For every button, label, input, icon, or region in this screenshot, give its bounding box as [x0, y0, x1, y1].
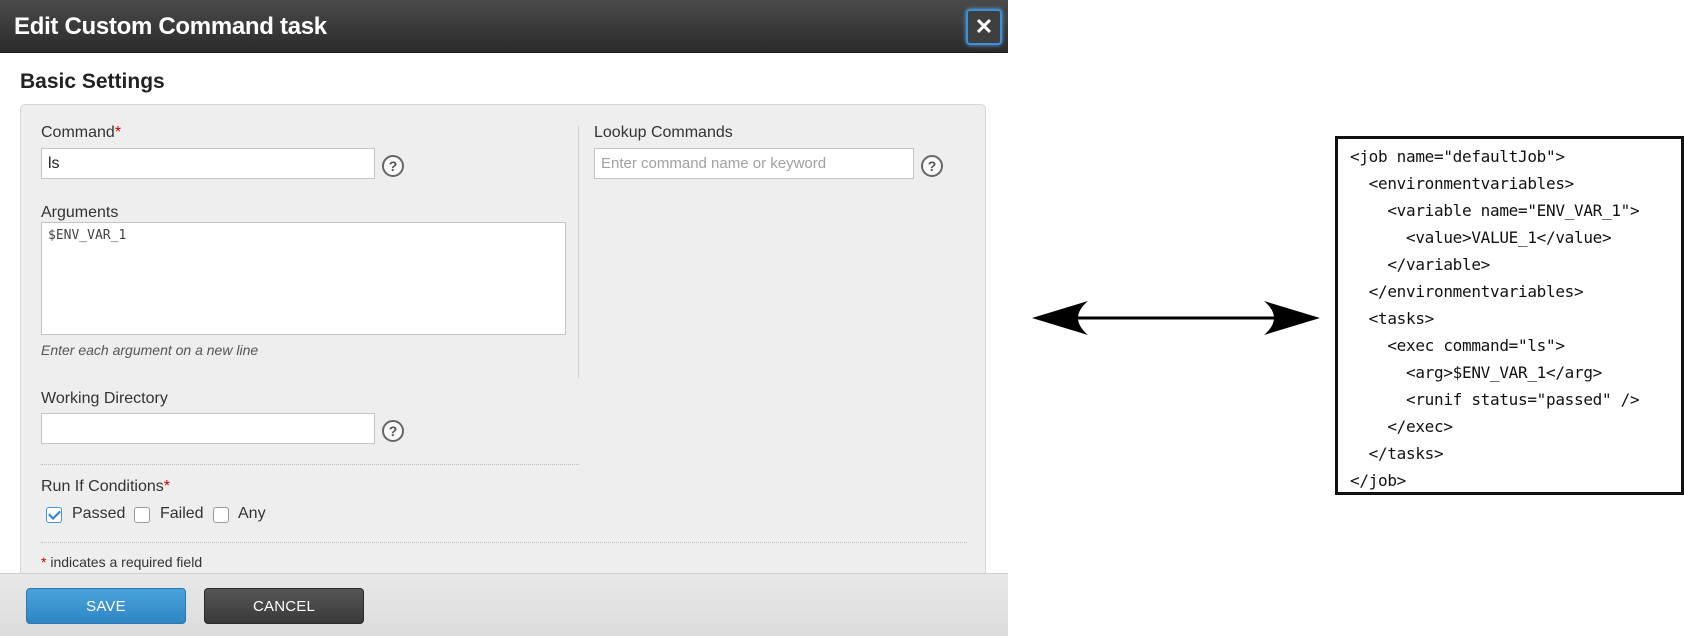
xml-line: <tasks>	[1350, 309, 1435, 328]
run-if-failed-checkbox[interactable]	[134, 507, 150, 523]
command-label: Command*	[41, 124, 121, 142]
help-icon[interactable]: ?	[382, 155, 404, 177]
xml-line: </job>	[1350, 471, 1406, 490]
help-icon[interactable]: ?	[382, 420, 404, 442]
dialog-title: Edit Custom Command task	[14, 13, 327, 40]
xml-line: <environmentvariables>	[1350, 174, 1575, 193]
cancel-button[interactable]: CANCEL	[204, 588, 364, 624]
required-field-note: * indicates a required field	[41, 554, 202, 570]
xml-line: <arg>$ENV_VAR_1</arg>	[1350, 363, 1602, 382]
xml-line: <job name="defaultJob">	[1350, 147, 1565, 166]
close-button[interactable]: ✕	[966, 9, 1002, 45]
help-glyph: ?	[388, 158, 398, 174]
run-if-passed-checkbox[interactable]	[46, 507, 62, 523]
xml-line: </variable>	[1350, 255, 1490, 274]
save-button[interactable]: SAVE	[26, 588, 186, 624]
run-if-any-label[interactable]: Any	[238, 505, 266, 523]
separator	[41, 464, 579, 465]
close-icon: ✕	[974, 14, 994, 39]
xml-line: </tasks>	[1350, 444, 1444, 463]
help-icon[interactable]: ?	[921, 155, 943, 177]
column-divider	[578, 126, 579, 378]
xml-line: </environmentvariables>	[1350, 282, 1584, 301]
lookup-commands-label: Lookup Commands	[594, 124, 733, 141]
edit-task-dialog: Edit Custom Command task ✕ Basic Setting…	[0, 0, 1008, 636]
xml-line: <runif status="passed" />	[1350, 390, 1640, 409]
arguments-label: Arguments	[41, 204, 119, 221]
arguments-textarea[interactable]: $ENV_VAR_1	[41, 222, 566, 335]
xml-line: <variable name="ENV_VAR_1">	[1350, 201, 1640, 220]
help-glyph: ?	[388, 423, 398, 439]
dialog-footer: SAVE CANCEL	[0, 573, 1008, 636]
working-directory-label: Working Directory	[41, 390, 168, 407]
run-if-label: Run If Conditions*	[41, 478, 170, 496]
required-mark: *	[114, 124, 122, 141]
double-arrow-icon	[1032, 301, 1320, 335]
run-if-any-checkbox[interactable]	[213, 507, 229, 523]
lookup-commands-input[interactable]	[594, 148, 914, 179]
run-if-failed-label[interactable]: Failed	[160, 505, 204, 523]
command-label-text: Command	[41, 124, 115, 141]
run-if-passed-label[interactable]: Passed	[72, 505, 125, 523]
dialog-titlebar: Edit Custom Command task ✕	[0, 0, 1008, 53]
required-mark: *	[163, 478, 170, 495]
xml-line: <value>VALUE_1</value>	[1350, 228, 1612, 247]
xml-config-box: <job name="defaultJob"> <environmentvari…	[1335, 136, 1684, 495]
xml-line: </exec>	[1350, 417, 1453, 436]
working-directory-input[interactable]	[41, 413, 375, 444]
help-glyph: ?	[927, 158, 937, 174]
section-title: Basic Settings	[20, 70, 165, 93]
required-note-text: indicates a required field	[46, 554, 203, 570]
run-if-label-text: Run If Conditions	[41, 478, 164, 495]
separator	[41, 542, 967, 543]
arguments-hint: Enter each argument on a new line	[41, 342, 259, 358]
command-input[interactable]	[41, 148, 375, 179]
xml-line: <exec command="ls">	[1350, 336, 1565, 355]
